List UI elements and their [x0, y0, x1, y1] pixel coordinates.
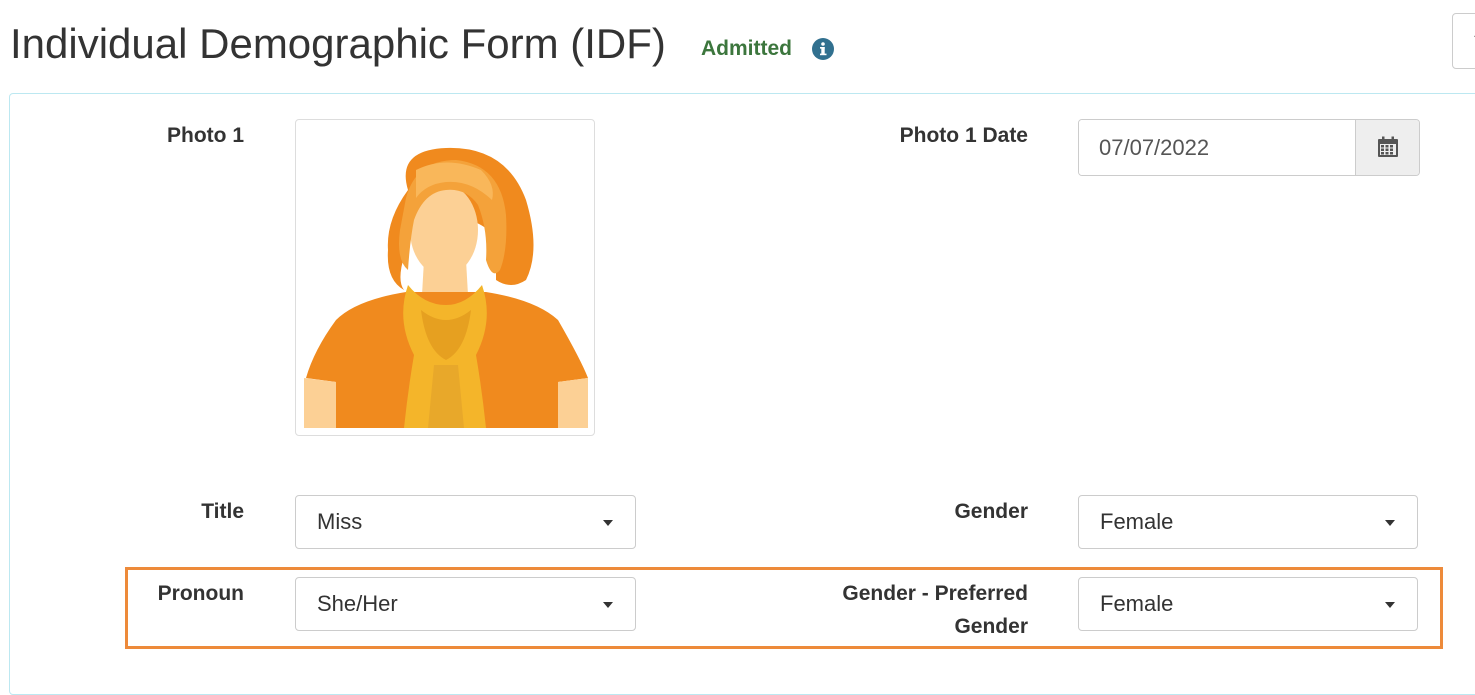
- caret-down-icon: [603, 520, 613, 526]
- photo-date-input[interactable]: [1079, 120, 1355, 175]
- page-title: Individual Demographic Form (IDF): [10, 20, 666, 67]
- preferred-gender-label-line1: Gender - Preferred: [842, 582, 1028, 605]
- gender-select[interactable]: Female: [1078, 495, 1418, 549]
- title-select[interactable]: Miss: [295, 495, 636, 549]
- title-select-value: Miss: [317, 509, 363, 534]
- status-badge: Admitted: [701, 37, 792, 60]
- preferred-gender-select[interactable]: Female: [1078, 577, 1418, 631]
- photo-label: Photo 1: [167, 124, 244, 147]
- pronoun-label: Pronoun: [157, 582, 244, 605]
- top-right-button[interactable]: ↑: [1452, 13, 1475, 69]
- gender-select-value: Female: [1100, 509, 1174, 534]
- photo-date-group: [1078, 119, 1420, 176]
- photo-date-label: Photo 1 Date: [899, 124, 1028, 147]
- caret-down-icon: [1385, 602, 1395, 608]
- gender-label: Gender: [954, 500, 1028, 523]
- calendar-icon: [1378, 136, 1398, 157]
- pronoun-select-value: She/Her: [317, 591, 398, 616]
- pronoun-select[interactable]: She/Her: [295, 577, 636, 631]
- avatar-female-illustration: [304, 147, 588, 428]
- caret-down-icon: [1385, 520, 1395, 526]
- caret-down-icon: [603, 602, 613, 608]
- title-label: Title: [201, 500, 244, 523]
- calendar-button[interactable]: [1355, 120, 1419, 175]
- preferred-gender-select-value: Female: [1100, 591, 1174, 616]
- info-circle-icon[interactable]: [812, 38, 834, 60]
- photo-thumbnail[interactable]: [295, 119, 595, 436]
- preferred-gender-label: Gender - Preferred Gender: [780, 577, 1028, 643]
- preferred-gender-label-line2: Gender: [954, 615, 1028, 638]
